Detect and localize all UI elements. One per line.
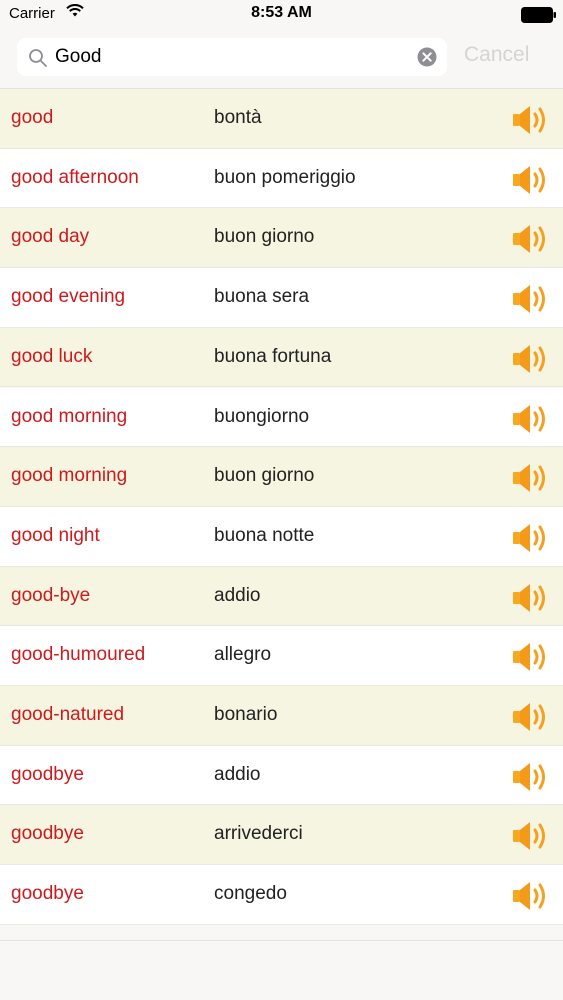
result-row[interactable]: good-bye addio (0, 566, 563, 627)
speaker-icon[interactable] (512, 342, 550, 381)
translation-text: bonario (214, 704, 278, 725)
translation-text: congedo (214, 883, 287, 905)
bottom-area (0, 940, 563, 1000)
speaker-icon[interactable] (512, 640, 550, 679)
translation-text: buongiorno (214, 405, 310, 427)
search-bar: Cancel (0, 30, 563, 87)
speaker-icon[interactable] (512, 461, 550, 500)
term-text: goodbye (11, 883, 84, 905)
result-row[interactable]: good day buon giorno (0, 208, 563, 269)
term-text: good-humoured (11, 644, 146, 666)
translation-text: buona notte (214, 524, 315, 546)
speaker-icon[interactable] (512, 760, 550, 799)
term-text: good night (11, 524, 100, 546)
speaker-icon[interactable] (512, 819, 550, 858)
clear-search-icon[interactable] (417, 47, 437, 72)
result-row[interactable]: good morning buongiorno (0, 387, 563, 448)
term-text: good-bye (11, 584, 91, 606)
result-row[interactable]: goodbye congedo (0, 865, 563, 925)
battery-icon (521, 7, 557, 28)
result-row[interactable]: goodbye addio (0, 745, 563, 806)
search-field-container[interactable] (17, 38, 447, 76)
results-list: good bontà good afternoon buon pomeriggio go… (0, 88, 563, 940)
result-row[interactable]: good morning buon giorno (0, 447, 563, 507)
term-text: good morning (11, 465, 128, 487)
translation-text: buon giorno (214, 226, 315, 248)
speaker-icon[interactable] (512, 163, 550, 202)
result-row[interactable]: good-natured bonario (0, 686, 563, 746)
result-row[interactable]: good evening buona sera (0, 268, 563, 328)
speaker-icon[interactable] (512, 402, 550, 441)
translation-text: buona sera (214, 286, 310, 308)
term-text: good (11, 107, 54, 128)
speaker-icon[interactable] (512, 282, 550, 321)
term-text: good luck (11, 345, 93, 367)
result-row[interactable]: good-humoured allegro (0, 626, 563, 686)
search-icon (28, 48, 48, 73)
speaker-icon[interactable] (512, 222, 550, 261)
term-text: goodbye (11, 823, 84, 845)
translation-text: arrivederci (214, 823, 303, 845)
term-text: good morning (11, 405, 128, 427)
result-row[interactable]: goodbye arrivederci (0, 805, 563, 866)
term-text: goodbye (11, 763, 84, 785)
translation-text: buon giorno (214, 465, 315, 487)
translation-text: allegro (214, 644, 272, 666)
translation-text: bontà (214, 107, 262, 128)
translation-text: addio (214, 763, 261, 785)
result-row[interactable]: good bontà (0, 89, 563, 149)
speaker-icon[interactable] (512, 521, 550, 560)
result-row[interactable]: good luck buona fortuna (0, 327, 563, 388)
search-input[interactable] (55, 38, 415, 76)
speaker-icon[interactable] (512, 879, 550, 918)
result-row[interactable]: good afternoon buon pomeriggio (0, 148, 563, 209)
speaker-icon[interactable] (512, 700, 550, 739)
term-text: good evening (11, 286, 126, 308)
speaker-icon[interactable] (512, 103, 550, 142)
term-text: good-natured (11, 704, 125, 725)
speaker-icon[interactable] (512, 581, 550, 620)
status-bar: Carrier 8:53 AM (0, 0, 563, 30)
result-row[interactable]: good night buona notte (0, 506, 563, 567)
translation-text: buona fortuna (214, 345, 332, 367)
translation-text: addio (214, 584, 261, 606)
translation-text: buon pomeriggio (214, 166, 356, 188)
term-text: good afternoon (11, 166, 139, 188)
term-text: good day (11, 226, 90, 248)
cancel-button[interactable]: Cancel (464, 43, 529, 67)
clock: 8:53 AM (251, 4, 312, 21)
